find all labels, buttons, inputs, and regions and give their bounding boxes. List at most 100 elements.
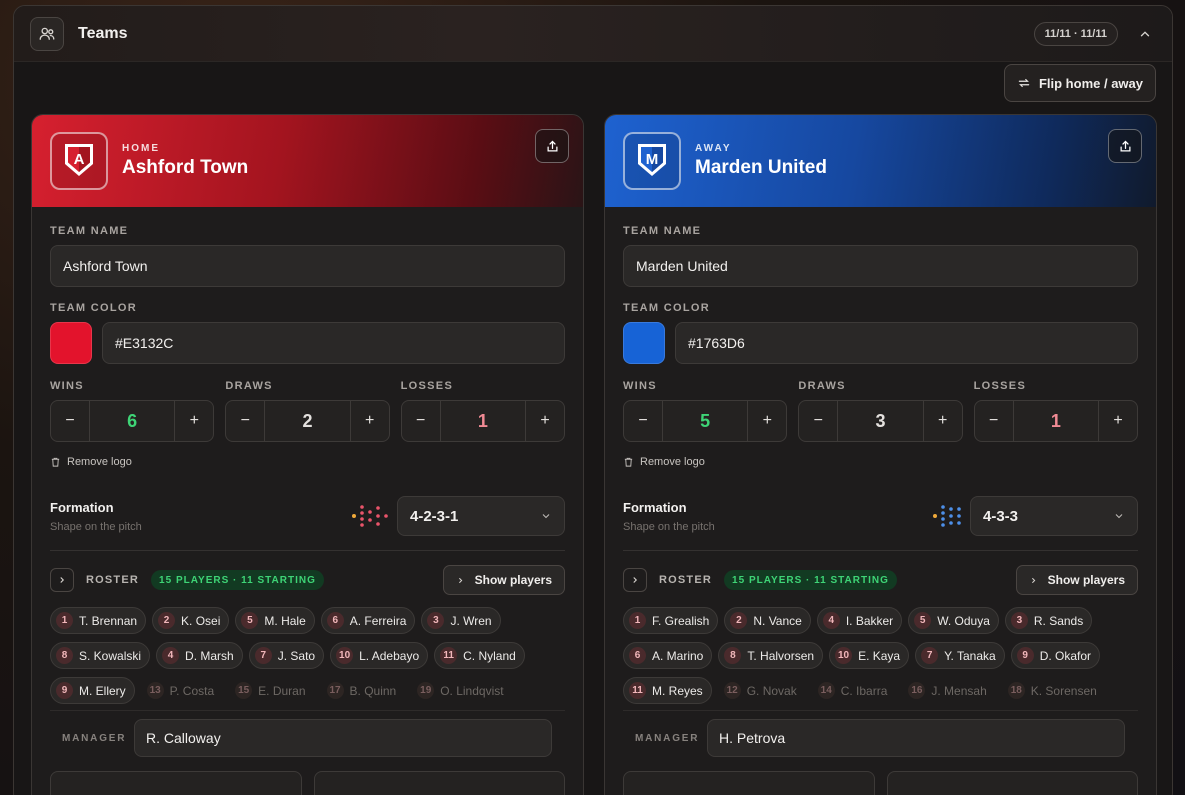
player-chip[interactable]: 11 M. Reyes [623, 677, 712, 704]
away-color-swatch[interactable] [623, 322, 665, 364]
away-card-header: M AWAY Marden United [605, 115, 1156, 207]
player-name: E. Duran [258, 683, 306, 698]
player-number: 2 [730, 612, 748, 629]
remove-logo-button[interactable]: Remove logo [623, 456, 1138, 468]
player-chip[interactable]: 1 F. Grealish [623, 607, 719, 634]
away-manager-input[interactable]: H. Petrova [707, 719, 1125, 757]
player-number: 6 [629, 647, 646, 664]
home-crest-letter: A [74, 151, 85, 168]
increment-button[interactable]: + [1099, 401, 1137, 441]
roster-label: ROSTER [659, 574, 713, 586]
decrement-button[interactable]: − [51, 401, 89, 441]
player-name: J. Wren [450, 613, 492, 628]
player-chip[interactable]: 1 T. Brennan [50, 607, 147, 634]
player-number: 15 [235, 682, 253, 699]
share-icon[interactable] [535, 129, 569, 163]
home-crest: A [50, 132, 108, 190]
remove-logo-button[interactable]: Remove logo [50, 456, 565, 468]
player-chip[interactable]: 4 I. Bakker [816, 607, 903, 634]
trash-icon [51, 457, 60, 467]
increment-button[interactable]: + [748, 401, 786, 441]
extra-field[interactable] [313, 771, 565, 795]
player-chip[interactable]: 11 C. Nyland [434, 642, 525, 669]
formation-subtitle: Shape on the pitch [623, 520, 715, 533]
player-chip[interactable]: 10 L. Adebayo [330, 642, 429, 669]
home-color-swatch[interactable] [50, 322, 92, 364]
increment-button[interactable]: + [526, 401, 564, 441]
player-chip[interactable]: 3 R. Sands [1004, 607, 1093, 634]
away-side-label: AWAY [695, 143, 732, 154]
player-name: M. Reyes [652, 683, 703, 698]
player-chip[interactable]: 2 K. Osei [152, 607, 230, 634]
extra-field[interactable] [50, 771, 302, 795]
player-chip[interactable]: 19 O. Lindqvist [411, 677, 512, 704]
player-chip[interactable]: 13 P. Costa [141, 677, 223, 704]
player-chip[interactable]: 3 J. Wren [421, 607, 501, 634]
player-number: 1 [56, 612, 73, 629]
player-chip[interactable]: 7 J. Sato [248, 642, 325, 669]
player-chip[interactable]: 5 W. Oduya [908, 607, 999, 634]
player-name: J. Sato [277, 648, 316, 663]
player-chip[interactable]: 15 E. Duran [229, 677, 314, 704]
extra-field[interactable] [623, 771, 875, 795]
away-roster-header: ROSTER 15 PLAYERS · 11 STARTING Show pla… [623, 565, 1138, 595]
decrement-button[interactable]: − [624, 401, 662, 441]
player-number: 3 [427, 612, 445, 629]
home-team-name-input[interactable]: Ashford Town [50, 245, 565, 287]
player-chip[interactable]: 9 M. Ellery [50, 677, 135, 704]
increment-button[interactable]: + [175, 401, 213, 441]
decrement-button[interactable]: − [402, 401, 440, 441]
wins-label: WINS [50, 380, 84, 392]
away-color-input[interactable]: #1763D6 [675, 322, 1138, 364]
player-chip[interactable]: 18 K. Sorensen [1002, 677, 1106, 704]
decrement-button[interactable]: − [799, 401, 837, 441]
player-chip[interactable]: 8 T. Halvorsen [718, 642, 824, 669]
teams-panel: Teams 11/11 · 11/11 Flip home / away A H… [13, 5, 1173, 795]
player-chip[interactable]: 6 A. Ferreira [320, 607, 416, 634]
player-chip[interactable]: 12 G. Novak [718, 677, 806, 704]
decrement-button[interactable]: − [226, 401, 264, 441]
increment-button[interactable]: + [924, 401, 962, 441]
away-formation-select[interactable]: 4-3-3 [970, 496, 1138, 536]
away-player-chips: 1 F. Grealish 2 N. Vance 4 I. Bakker 5 W. Oduya… [623, 607, 1138, 704]
player-number: 17 [326, 682, 344, 699]
home-formation-select[interactable]: 4-2-3-1 [397, 496, 565, 536]
formation-row: Formation Shape on the pitch 4-3-3 [623, 496, 1138, 536]
player-chip[interactable]: 16 J. Mensah [902, 677, 995, 704]
player-name: I. Bakker [845, 613, 894, 628]
chevron-right-icon[interactable] [623, 568, 647, 592]
team-name-label: TEAM NAME [623, 225, 702, 237]
show-players-button[interactable]: Show players [442, 565, 565, 595]
player-chip[interactable]: 6 A. Marino [623, 642, 713, 669]
flip-home-away-button[interactable]: Flip home / away [1003, 64, 1156, 102]
wins-label: WINS [623, 380, 657, 392]
player-chip[interactable]: 5 M. Hale [235, 607, 315, 634]
player-chip[interactable]: 8 S. Kowalski [50, 642, 151, 669]
player-chip[interactable]: 17 B. Quinn [321, 677, 406, 704]
player-number: 10 [835, 647, 853, 664]
show-players-button[interactable]: Show players [1015, 565, 1138, 595]
away-team-name-input[interactable]: Marden United [623, 245, 1138, 287]
chevron-right-icon[interactable] [50, 568, 74, 592]
player-number: 19 [417, 682, 435, 699]
decrement-button[interactable]: − [975, 401, 1013, 441]
chevron-up-icon[interactable] [1134, 23, 1156, 45]
users-icon [30, 16, 64, 51]
away-team-title: Marden United [695, 157, 827, 178]
share-icon[interactable] [1108, 129, 1142, 163]
increment-button[interactable]: + [351, 401, 389, 441]
player-number: 12 [723, 682, 741, 699]
player-chip[interactable]: 4 D. Marsh [156, 642, 243, 669]
home-color-input[interactable]: #E3132C [102, 322, 565, 364]
player-chip[interactable]: 9 D. Okafor [1010, 642, 1101, 669]
chevron-down-icon [1115, 514, 1123, 519]
away-crest-letter: M [646, 151, 659, 168]
home-manager-input[interactable]: R. Calloway [134, 719, 552, 757]
player-name: A. Ferreira [349, 613, 407, 628]
player-chip[interactable]: 14 C. Ibarra [812, 677, 897, 704]
away-manager-row: MANAGER H. Petrova [623, 710, 1138, 757]
player-chip[interactable]: 10 E. Kaya [829, 642, 910, 669]
extra-field[interactable] [886, 771, 1138, 795]
player-chip[interactable]: 7 Y. Tanaka [915, 642, 1005, 669]
player-chip[interactable]: 2 N. Vance [724, 607, 811, 634]
